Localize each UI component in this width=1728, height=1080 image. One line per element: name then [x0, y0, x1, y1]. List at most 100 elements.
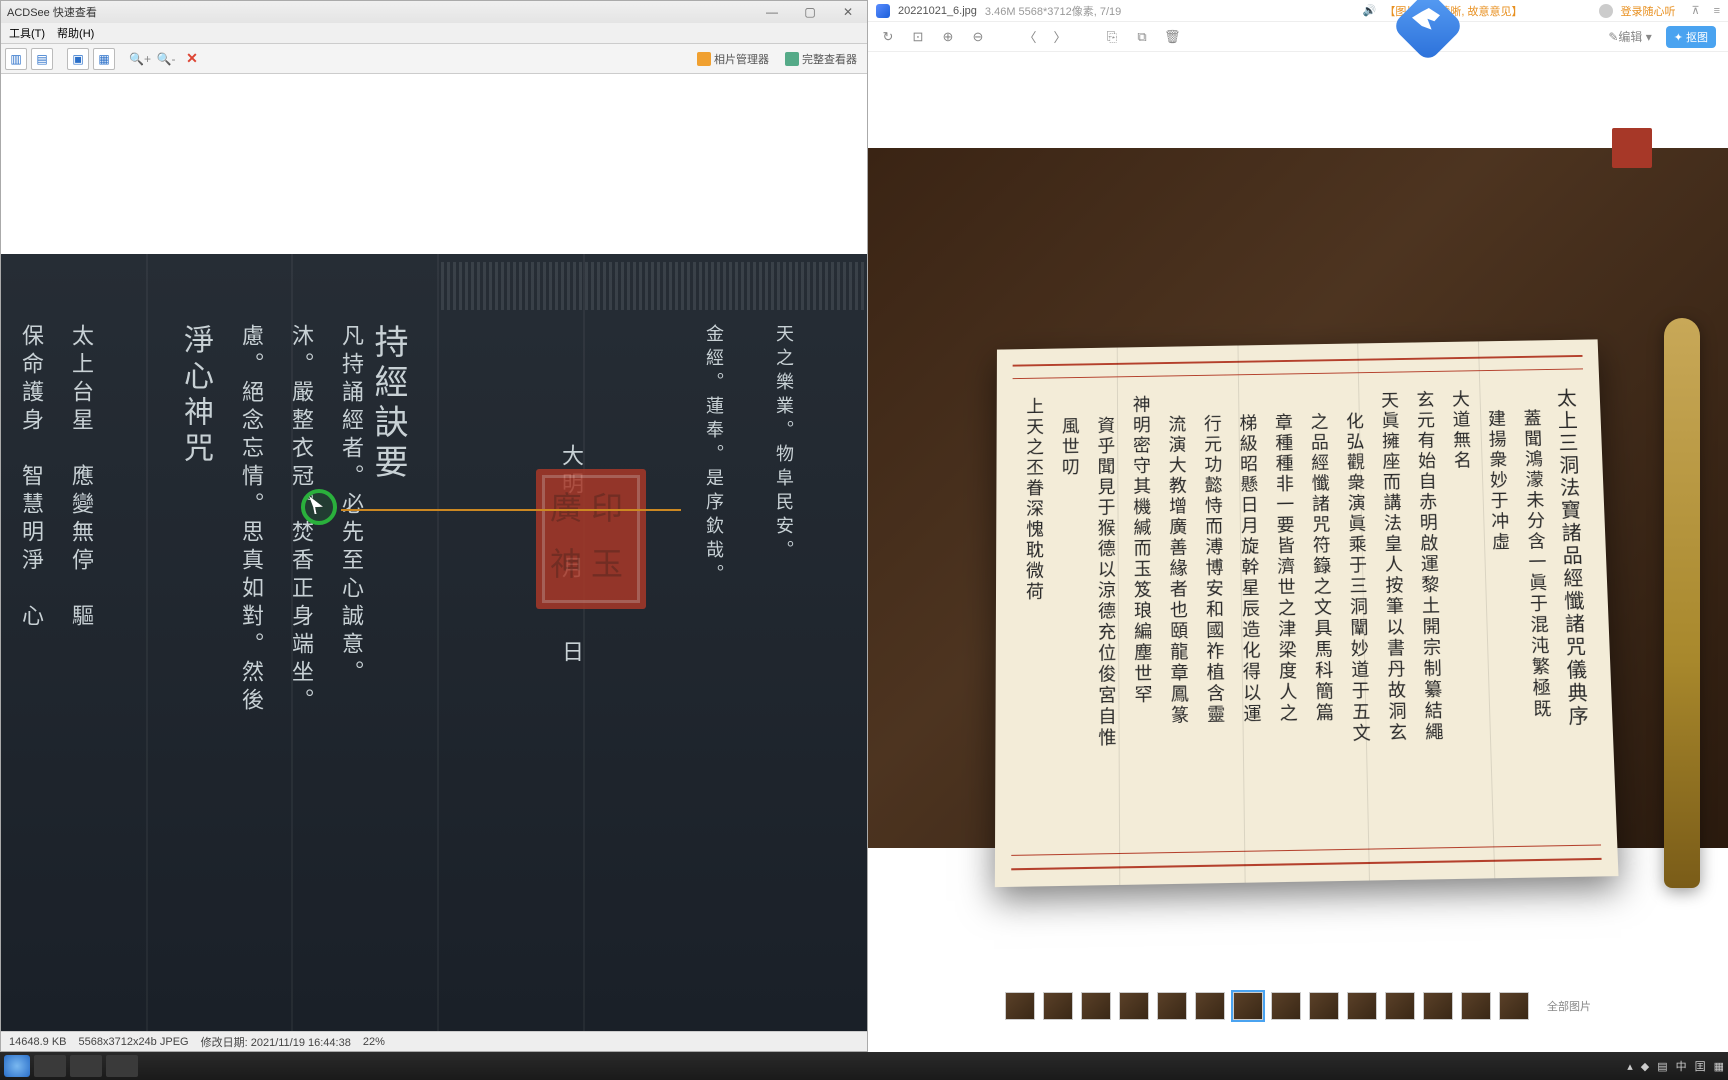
thumbnail[interactable] [1233, 992, 1263, 1020]
tool-left-icon[interactable]: ▥ [5, 48, 27, 70]
paper-col-11: 流演大教增廣善緣者也頤龍章鳳篆 [1158, 394, 1190, 832]
red-seal: 廣印神玉 [536, 469, 646, 609]
full-viewer-button[interactable]: 完整查看器 [779, 49, 863, 69]
paper-col-1: 蓋聞鴻濛未分含一眞于混沌繁極既 [1513, 388, 1556, 826]
thumbnail[interactable] [1423, 992, 1453, 1020]
paper-col-6: 化弘觀衆演眞乘于三洞闡妙道于五文 [1336, 391, 1373, 829]
next-icon[interactable]: 〉 [1052, 27, 1068, 46]
letter-opener [1664, 318, 1700, 888]
bird-logo-icon[interactable] [1398, 0, 1458, 56]
task-item[interactable] [106, 1055, 138, 1077]
zoom-out-icon[interactable]: 🔍- [155, 48, 177, 70]
thumbnail[interactable] [1119, 992, 1149, 1020]
tool-nav2-icon[interactable]: ▦ [93, 48, 115, 70]
tray-icon[interactable]: ◆ [1641, 1060, 1649, 1073]
paper-col-15: 上天之丕眷深愧耽微荷 [1015, 397, 1044, 835]
text-col-jin: 金經。蓮奉。是序欽哉。 [687, 324, 727, 1012]
thumbnail[interactable] [1347, 992, 1377, 1020]
menu-icon[interactable]: ≡ [1714, 5, 1720, 17]
wood-background: 太上三洞法寶諸品經懺諸咒儀典序 蓋聞鴻濛未分含一眞于混沌繁極既 建揚衆妙于冲虛大… [868, 148, 1728, 848]
scroll-image: 天之樂業。物阜民安。 金經。蓮奉。是序欽哉。 大明 月 日 持經訣要 凡持誦經者… [1, 254, 867, 1032]
paper-col-0: 太上三洞法寶諸品經懺諸咒儀典序 [1548, 388, 1592, 826]
right-viewer-window: 20221021_6.jpg 3.46M 5568*3712像素, 7/19 🔊… [868, 0, 1728, 1052]
photo-manager-button[interactable]: 相片管理器 [691, 49, 775, 69]
viewer-icon [785, 52, 799, 66]
text-col-tai: 太上台星 應變無停 驅 [57, 324, 97, 1012]
thumbnail[interactable] [1157, 992, 1187, 1020]
rv-filmstrip: 全部图片 [868, 986, 1728, 1026]
acdsee-canvas[interactable]: 天之樂業。物阜民安。 金經。蓮奉。是序欽哉。 大明 月 日 持經訣要 凡持誦經者… [1, 74, 867, 1032]
tray-ime[interactable]: 中 [1676, 1058, 1687, 1074]
copy-icon[interactable]: ⧉ [1134, 29, 1150, 45]
maximize-button[interactable]: ▢ [791, 1, 829, 23]
sound-icon[interactable]: 🔊 [1363, 4, 1377, 17]
text-col-bao: 保命護身 智慧明淨 心 [7, 324, 47, 1012]
task-item[interactable] [34, 1055, 66, 1077]
system-tray[interactable]: ▴ ◆ ▤ 中 囯 ▦ [1627, 1058, 1724, 1074]
acdsee-menubar: 工具(T) 帮助(H) [1, 23, 867, 44]
paper-col-7: 之品經懺諸咒符籙之文具馬科簡篇 [1300, 392, 1336, 830]
start-button[interactable] [4, 1055, 30, 1077]
zoom-out-icon[interactable]: ⊖ [970, 29, 986, 45]
paper-col-4: 玄元有始自赤明啟運黎土開宗制纂結繩 [1407, 390, 1446, 828]
status-modified: 2021/11/19 16:44:38 [251, 1037, 351, 1049]
status-filesize: 14648.9 KB [9, 1036, 67, 1048]
tool-right-icon[interactable]: ▤ [31, 48, 53, 70]
acdsee-statusbar: 14648.9 KB 5568x3712x24b JPEG 修改日期: 2021… [1, 1031, 867, 1051]
rv-canvas[interactable]: 太上三洞法寶諸品經懺諸咒儀典序 蓋聞鴻濛未分含一眞于混沌繁極既 建揚衆妙于冲虛大… [868, 52, 1728, 996]
close-button[interactable]: ✕ [829, 1, 867, 23]
rotate-icon[interactable]: ↻ [880, 29, 896, 45]
task-item[interactable] [70, 1055, 102, 1077]
tray-kbd[interactable]: 囯 [1695, 1058, 1706, 1074]
scratch-button[interactable]: ✦抠图 [1666, 26, 1716, 48]
paper-col-8: 章種種非一要皆濟世之津梁度人之 [1265, 393, 1300, 831]
all-images-link[interactable]: 全部图片 [1547, 998, 1591, 1014]
paper-col-13: 資乎聞見于猴德以涼德充位俊宮自惟 [1087, 396, 1117, 834]
tray-up-icon[interactable]: ▴ [1627, 1060, 1633, 1073]
pencil-icon: ✎ [1608, 30, 1618, 44]
zoom-in-icon[interactable]: 🔍+ [129, 48, 151, 70]
save-icon[interactable]: ⎘ [1104, 29, 1120, 45]
thumbnail[interactable] [1005, 992, 1035, 1020]
tray-icon[interactable]: ▦ [1714, 1060, 1724, 1073]
menu-help[interactable]: 帮助(H) [53, 23, 98, 43]
tool-nav1-icon[interactable]: ▣ [67, 48, 89, 70]
thumbnail[interactable] [1081, 992, 1111, 1020]
paper-col-10: 行元功懿恃而溥博安和國祚植含靈 [1194, 394, 1227, 832]
delete-icon[interactable]: 🗑 [1164, 29, 1180, 45]
zoom-in-icon[interactable]: ⊕ [940, 29, 956, 45]
text-col-chi1: 持經訣要 [372, 324, 412, 1012]
paper-col-3: 大道無名 [1442, 390, 1483, 828]
paper-col-14: 風世叨 [1052, 396, 1080, 834]
text-col-mu: 沐。嚴整衣冠。焚香正身端坐。 [277, 324, 317, 1012]
paper-col-12: 神明密守其機緘而玉笈琅編塵世罕 [1123, 395, 1154, 833]
thumbnail[interactable] [1499, 992, 1529, 1020]
edit-button[interactable]: ✎编辑 ▾ [1608, 28, 1651, 45]
tray-icon[interactable]: ▤ [1657, 1060, 1667, 1073]
avatar-icon[interactable] [1599, 4, 1613, 18]
rv-user[interactable]: 登录随心听 [1621, 3, 1676, 19]
status-zoom: 22% [363, 1036, 385, 1048]
paper-document: 太上三洞法寶諸品經懺諸咒儀典序 蓋聞鴻濛未分含一眞于混沌繁極既 建揚衆妙于冲虛大… [995, 339, 1619, 887]
thumbnail[interactable] [1271, 992, 1301, 1020]
menu-tools[interactable]: 工具(T) [5, 23, 49, 43]
thumbnail[interactable] [1461, 992, 1491, 1020]
thumbnail[interactable] [1385, 992, 1415, 1020]
thumbnail[interactable] [1195, 992, 1225, 1020]
rv-imageinfo: 3.46M 5568*3712像素, 7/19 [985, 3, 1121, 19]
prev-icon[interactable]: 〈 [1022, 27, 1038, 46]
close-image-icon[interactable]: ✕ [181, 48, 203, 70]
acdsee-toolbar: ▥ ▤ ▣ ▦ 🔍+ 🔍- ✕ 相片管理器 完整查看器 [1, 44, 867, 74]
taskbar: ▴ ◆ ▤ 中 囯 ▦ [0, 1052, 1728, 1080]
rv-filename: 20221021_6.jpg [898, 5, 977, 17]
rv-toolbar: ↻ ⊡ ⊕ ⊖ 〈 〉 ⎘ ⧉ 🗑 ✎编辑 ▾ ✦抠图 [868, 22, 1728, 52]
pin-icon[interactable]: ⊼ [1692, 4, 1700, 17]
thumbnail[interactable] [1309, 992, 1339, 1020]
text-col-tian: 天之樂業。物阜民安。 [757, 324, 797, 1012]
red-stamp [1612, 128, 1652, 168]
folder-icon [697, 52, 711, 66]
thumbnail[interactable] [1043, 992, 1073, 1020]
text-col-lv: 慮。絕念忘情。思真如對。然後 [227, 324, 267, 1012]
actual-size-icon[interactable]: ⊡ [910, 29, 926, 45]
minimize-button[interactable]: — [753, 1, 791, 23]
